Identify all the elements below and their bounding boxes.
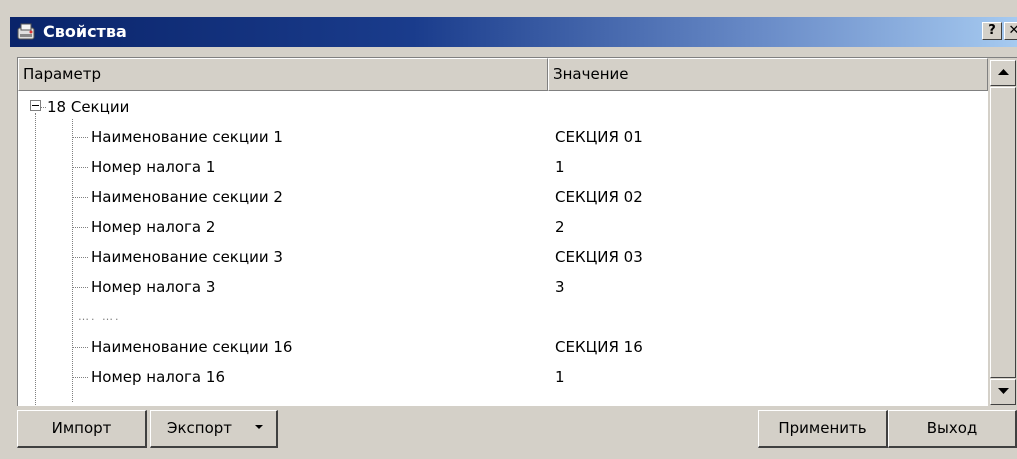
- param-value[interactable]: 1: [555, 362, 565, 392]
- param-value[interactable]: СЕКЦИЯ 01: [555, 122, 643, 152]
- table-row[interactable]: Наименование секции 2 СЕКЦИЯ 02: [18, 182, 988, 212]
- apply-button[interactable]: Применить: [758, 410, 888, 448]
- param-value[interactable]: 2: [555, 212, 565, 242]
- param-value[interactable]: СЕКЦИЯ 03: [555, 242, 643, 272]
- title-bar[interactable]: Свойства ? ✕: [10, 17, 1017, 47]
- param-value[interactable]: СЕКЦИЯ 02: [555, 182, 643, 212]
- close-button[interactable]: ✕: [1004, 22, 1017, 40]
- table-row[interactable]: Номер налога 2 2: [18, 212, 988, 242]
- tree-node-sections[interactable]: 18 Секции: [18, 92, 988, 122]
- dropdown-arrow-icon: [255, 425, 263, 429]
- properties-tree: 18 Секции Наименование секции 1 СЕКЦИЯ 0…: [18, 92, 988, 406]
- properties-grid: Параметр Значение 18 Секции Наименование…: [17, 57, 1017, 406]
- param-name: …. ….: [78, 310, 121, 323]
- table-row[interactable]: Номер налога 1 1: [18, 152, 988, 182]
- properties-window: Свойства ? ✕ Параметр Значение 18 Секции…: [0, 0, 1017, 459]
- help-button[interactable]: ?: [982, 22, 1002, 40]
- window-title: Свойства: [43, 22, 127, 41]
- table-row[interactable]: Номер налога 3 3: [18, 272, 988, 302]
- param-value[interactable]: 1: [555, 152, 565, 182]
- param-name: Номер налога 2: [91, 218, 216, 236]
- param-name: Номер налога 16: [91, 368, 225, 386]
- arrow-down-icon: [998, 388, 1009, 394]
- param-name: Наименование секции 1: [91, 128, 283, 146]
- column-header-parameter[interactable]: Параметр: [18, 58, 548, 91]
- param-name: Номер налога 3: [91, 278, 216, 296]
- collapse-icon[interactable]: [30, 100, 41, 111]
- tree-node-label: 18 Секции: [47, 98, 130, 116]
- param-name: Наименование секции 2: [91, 188, 283, 206]
- arrow-up-icon: [998, 69, 1009, 75]
- export-button[interactable]: Экспорт: [150, 410, 278, 448]
- column-header-value[interactable]: Значение: [548, 58, 988, 91]
- button-bar: Импорт Экспорт Применить Выход: [0, 406, 1017, 459]
- scrollbar-thumb[interactable]: [990, 87, 1016, 378]
- table-row-ellipsis: …. ….: [18, 302, 988, 332]
- param-name: Номер налога 1: [91, 158, 216, 176]
- export-button-label: Экспорт: [167, 419, 233, 437]
- scroll-down-button[interactable]: [990, 379, 1016, 405]
- import-button[interactable]: Импорт: [17, 410, 147, 448]
- properties-app-icon: [17, 23, 35, 40]
- table-row[interactable]: Наименование секции 16 СЕКЦИЯ 16: [18, 332, 988, 362]
- vertical-scrollbar[interactable]: [988, 58, 1017, 406]
- table-row[interactable]: Наименование секции 3 СЕКЦИЯ 03: [18, 242, 988, 272]
- param-name: Наименование секции 16: [91, 338, 293, 356]
- param-value[interactable]: 3: [555, 272, 565, 302]
- table-row[interactable]: Номер налога 16 1: [18, 362, 988, 392]
- param-name: Наименование секции 3: [91, 248, 283, 266]
- table-row[interactable]: Наименование секции 1 СЕКЦИЯ 01: [18, 122, 988, 152]
- exit-button[interactable]: Выход: [888, 410, 1017, 448]
- scroll-up-button[interactable]: [990, 60, 1016, 86]
- param-value[interactable]: СЕКЦИЯ 16: [555, 332, 643, 362]
